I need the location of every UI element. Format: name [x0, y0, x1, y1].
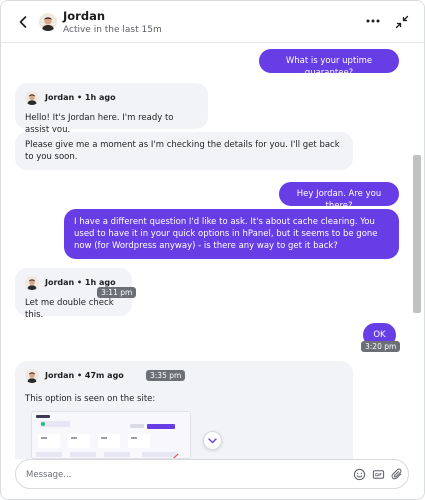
sender-name: Jordan • 1h ago [45, 93, 116, 102]
message-text: This option is seen on the site: [25, 394, 156, 404]
chat-window: Jordan Active in the last 15m What is yo… [0, 0, 425, 500]
avatar [39, 13, 57, 31]
message-timestamp: 3:35 pm [146, 370, 186, 381]
message-timestamp: 3:20 pm [361, 341, 401, 352]
avatar [25, 276, 39, 290]
message-text: What is your uptime guarantee? [285, 56, 373, 78]
message-text: OK [373, 330, 386, 340]
outgoing-message: I have a different question I'd like to … [64, 209, 399, 259]
message-text: Hey Jordan. Are you there? [296, 189, 382, 211]
agent-name: Jordan [63, 9, 106, 23]
message-composer [15, 459, 409, 489]
emoji-icon[interactable] [353, 468, 366, 481]
collapse-button[interactable] [395, 14, 409, 29]
attached-screenshot[interactable] [31, 411, 191, 459]
avatar [25, 369, 39, 383]
scroll-to-bottom-button[interactable] [203, 431, 222, 450]
outgoing-message: Hey Jordan. Are you there? [279, 182, 399, 211]
sender-name: Jordan • 47m ago [45, 371, 124, 380]
agent-status: Active in the last 15m [63, 25, 162, 35]
message-text: I have a different question I'd like to … [74, 217, 378, 251]
scrollbar-thumb[interactable] [413, 155, 421, 313]
paperclip-icon[interactable] [391, 468, 404, 481]
outgoing-message: What is your uptime guarantee? [259, 49, 399, 78]
message-timestamp: 3:11 pm [97, 287, 137, 298]
incoming-message: Jordan • 1h ago Hello! It's Jordan here.… [15, 83, 208, 135]
back-button[interactable] [15, 13, 31, 31]
chevron-left-icon [19, 16, 27, 28]
more-horizontal-icon [366, 19, 380, 23]
chevron-down-icon [208, 437, 217, 443]
message-input[interactable] [26, 467, 326, 483]
minimize-icon [395, 15, 409, 29]
avatar [25, 91, 39, 105]
chat-header: Jordan Active in the last 15m [1, 1, 424, 43]
message-sender: Jordan • 1h ago [25, 91, 198, 105]
message-text: Please give me a moment as I'm checking … [25, 140, 340, 162]
gif-icon[interactable] [372, 468, 385, 481]
more-options-button[interactable] [365, 14, 381, 28]
message-list[interactable]: What is your uptime guarantee? Jordan • … [1, 43, 411, 459]
message-text: Let me double check this. [25, 298, 114, 320]
incoming-message: Please give me a moment as I'm checking … [15, 132, 353, 170]
